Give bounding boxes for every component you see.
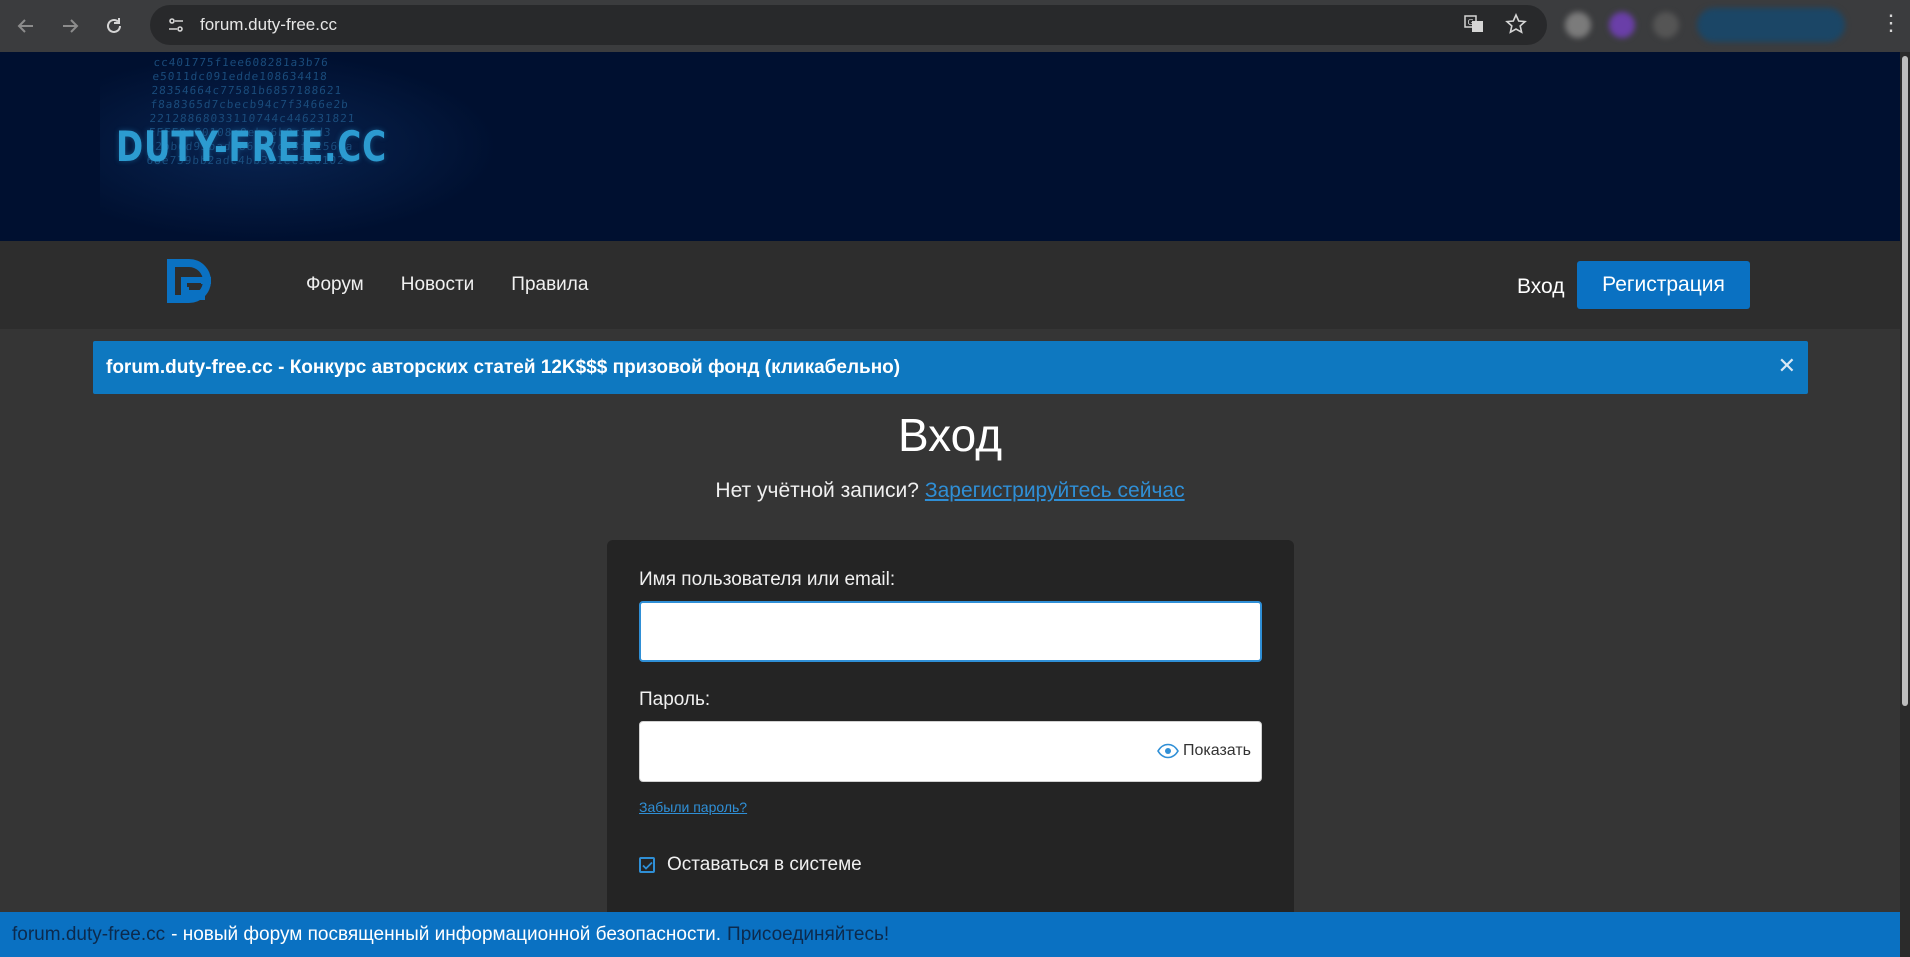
show-password-toggle[interactable]: Показать — [1157, 742, 1251, 760]
password-label: Пароль: — [639, 689, 711, 710]
profile-pill[interactable] — [1697, 8, 1845, 42]
site-banner: cc401775f1ee608281a3b76 e5011dc091edde108… — [0, 52, 1900, 241]
banner-logo[interactable]: DUTY-FREE.CC — [116, 122, 387, 171]
bookmark-star-icon[interactable] — [1505, 13, 1527, 40]
username-input[interactable] — [639, 601, 1262, 662]
main-navbar: Форум Новости Правила Вход Регистрация — [0, 241, 1900, 329]
footer-site-link[interactable]: forum.duty-free.cc — [12, 924, 165, 946]
extension-icon[interactable] — [1565, 12, 1591, 38]
page-title: Вход — [897, 409, 1003, 461]
checkmark-icon — [641, 861, 653, 870]
show-password-label: Показать — [1183, 742, 1252, 759]
login-form: Имя пользователя или email: Пароль: Пока… — [607, 540, 1294, 920]
address-bar[interactable]: forum.duty-free.cc G — [150, 5, 1547, 45]
register-button[interactable]: Регистрация — [1577, 261, 1750, 309]
announcement-banner[interactable]: forum.duty-free.cc - Конкурс авторских с… — [93, 341, 1808, 394]
extension-icon[interactable] — [1653, 12, 1679, 38]
banner-code-line: cc401775f1ee608281a3b76 — [153, 56, 330, 69]
nav-links: Форум Новости Правила — [306, 274, 588, 296]
banner-code-line: 28354664c77581b6857188621 — [151, 84, 343, 97]
banner-code-line: f8a8365d7cbecb94c7f3466e2b — [150, 98, 350, 111]
announcement-text[interactable]: forum.duty-free.cc - Конкурс авторских с… — [106, 357, 900, 379]
footer-join-link[interactable]: Присоединяйтесь! — [727, 924, 889, 946]
nav-link-news[interactable]: Новости — [401, 274, 475, 296]
page-scrollbar[interactable] — [1900, 52, 1910, 957]
login-link[interactable]: Вход — [1517, 275, 1565, 299]
footer-text: - новый форум посвященный информационной… — [171, 923, 722, 945]
more-menu-icon[interactable]: ⋮ — [1880, 10, 1902, 36]
arrow-left-icon — [17, 19, 33, 33]
url-text[interactable]: forum.duty-free.cc — [200, 15, 337, 35]
back-button[interactable] — [8, 8, 44, 44]
svg-text:G: G — [1468, 18, 1474, 27]
translate-icon[interactable]: G — [1463, 13, 1485, 40]
banner-code-line: e5011dc091edde108634418 — [152, 70, 329, 83]
register-now-link[interactable]: Зарегистрируйтесь сейчас — [925, 479, 1185, 502]
forgot-password-link[interactable]: Забыли пароль? — [639, 799, 747, 815]
remember-label: Оставаться в системе — [667, 854, 862, 875]
reload-button[interactable] — [96, 8, 132, 44]
browser-toolbar: forum.duty-free.cc G ⋮ — [0, 0, 1910, 52]
scrollbar-thumb[interactable] — [1902, 56, 1908, 706]
no-account-prompt: Нет учётной записи? Зарегистрируйтесь сей… — [0, 479, 1900, 503]
arrow-right-icon — [63, 19, 79, 33]
eye-icon — [1157, 743, 1179, 759]
nav-link-rules[interactable]: Правила — [511, 274, 588, 296]
reload-icon — [107, 18, 121, 33]
site-logo-icon[interactable] — [165, 257, 213, 309]
footer-promo-bar: forum.duty-free.cc - новый форум посвяще… — [0, 912, 1900, 957]
extensions-area — [1565, 8, 1845, 42]
close-icon[interactable]: ✕ — [1778, 353, 1796, 379]
extension-icon[interactable] — [1609, 12, 1635, 38]
nav-link-forum[interactable]: Форум — [306, 274, 364, 296]
no-account-text: Нет учётной записи? — [715, 479, 919, 502]
remember-checkbox[interactable] — [639, 857, 655, 873]
forward-button[interactable] — [52, 8, 88, 44]
site-info-icon[interactable] — [162, 11, 190, 39]
username-label: Имя пользователя или email: — [639, 569, 896, 590]
remember-me[interactable]: Оставаться в системе — [639, 854, 862, 876]
